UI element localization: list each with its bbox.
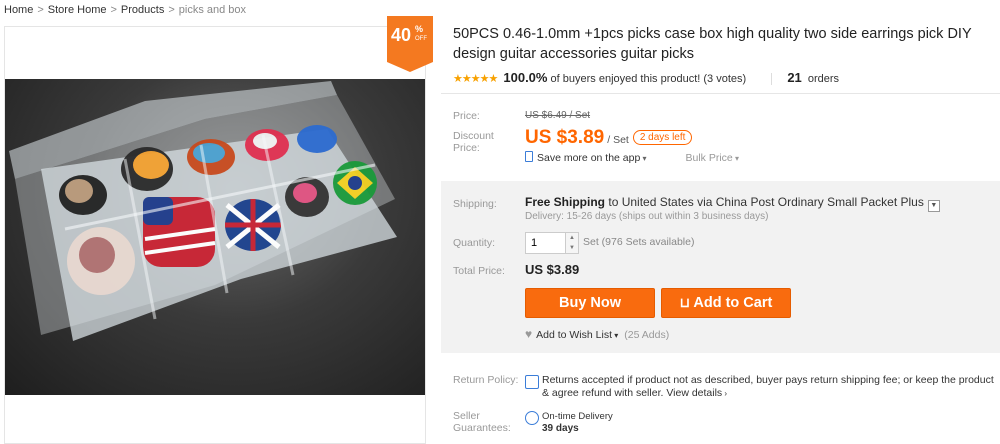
bulk-price-link[interactable]: Bulk Price [686, 152, 733, 164]
rating-percent: 100.0% [503, 70, 548, 85]
discount-price-row: US $3.89/ Set 2 days left [525, 127, 693, 149]
breadcrumb-current: picks and box [178, 4, 247, 16]
rating-stars-icon[interactable]: ★★★★★ [453, 73, 498, 85]
price-label: Price: [453, 110, 480, 122]
on-time-delivery-title: On-time Delivery [542, 411, 613, 422]
rating-divider [771, 73, 773, 86]
chevron-down-icon: ▾ [612, 331, 619, 340]
shipping-destination: to United States via China Post Ordinary… [608, 195, 924, 209]
chevron-down-icon: ▾ [732, 154, 740, 163]
shipping-label: Shipping: [453, 198, 497, 210]
buy-now-label: Buy Now [558, 295, 622, 311]
days-left-badge: 2 days left [632, 130, 693, 145]
delivery-estimate: Delivery: 15-26 days (ships out within 3… [525, 211, 769, 222]
breadcrumb-separator: > [168, 4, 175, 16]
add-to-cart-button[interactable]: ⊔ Add to Cart [661, 288, 791, 318]
buy-now-button[interactable]: Buy Now [525, 288, 655, 318]
breadcrumb-products[interactable]: Products [121, 4, 164, 16]
return-icon [525, 375, 539, 389]
orders-label: orders [807, 73, 840, 85]
on-time-delivery-days: 39 days [542, 423, 579, 434]
add-to-cart-label: Add to Cart [693, 295, 773, 311]
seller-guarantees-label: Seller Guarantees: [453, 410, 511, 434]
total-price-label: Total Price: [453, 265, 505, 277]
available-sets: Set (976 Sets available) [583, 236, 695, 248]
total-price: US $3.89 [525, 262, 580, 277]
cart-icon: ⊔ [679, 295, 690, 310]
save-app-row: Save more on the app ▾ Bulk Price ▾ [525, 151, 739, 164]
add-to-wish-list[interactable]: Add to Wish List [536, 329, 612, 341]
return-policy-label: Return Policy: [453, 374, 519, 386]
quantity-label: Quantity: [453, 237, 496, 249]
rating-row: ★★★★★ 100.0% of buyers enjoyed this prod… [453, 70, 840, 86]
discount-number: 40 [391, 25, 412, 45]
pick-box-illustration [9, 81, 397, 341]
view-details-link[interactable]: View details [666, 387, 722, 399]
orders-count: 21 [787, 70, 802, 85]
save-app-link[interactable]: Save more on the app [537, 152, 640, 164]
increment-icon[interactable]: ▲ [566, 233, 578, 243]
wish-list-row: ♥ Add to Wish List ▾ (25 Adds) [525, 327, 669, 341]
free-shipping: Free Shipping [525, 195, 606, 209]
quantity-stepper: ▲ ▼ [525, 232, 579, 254]
divider [441, 93, 1000, 94]
product-image-panel[interactable] [4, 26, 426, 444]
heart-icon[interactable]: ♥ [525, 327, 532, 341]
shipping-row: Free Shipping to United States via China… [525, 195, 940, 212]
wish-list-adds: (25 Adds) [624, 329, 670, 341]
rating-text: of buyers enjoyed this product! (3 votes… [550, 73, 747, 85]
quantity-spinner: ▲ ▼ [565, 233, 578, 253]
breadcrumb-home[interactable]: Home [4, 4, 33, 16]
return-policy-text: Returns accepted if product not as descr… [542, 374, 997, 400]
chevron-right-icon: › [722, 389, 728, 398]
breadcrumb-separator: > [37, 4, 44, 16]
decrement-icon[interactable]: ▼ [566, 243, 578, 253]
clock-icon [525, 411, 539, 425]
discount-badge: 40 % OFF [387, 16, 433, 72]
breadcrumb: Home > Store Home > Products > picks and box [4, 4, 246, 16]
per-unit: / Set [607, 134, 629, 146]
breadcrumb-store-home[interactable]: Store Home [48, 4, 107, 16]
product-photo[interactable] [5, 79, 425, 395]
discount-price-label: Discount Price: [453, 130, 494, 154]
return-policy-description: Returns accepted if product not as descr… [542, 374, 994, 399]
original-price: US $6.49 / Set [525, 110, 591, 121]
shipping-dropdown-icon[interactable]: ▼ [927, 200, 940, 212]
discount-price: US $3.89 [525, 127, 605, 148]
discount-off: OFF [415, 36, 427, 42]
phone-icon [525, 151, 533, 162]
breadcrumb-separator: > [110, 4, 117, 16]
product-title: 50PCS 0.46-1.0mm +1pcs picks case box hi… [453, 26, 972, 62]
discount-percent: % [415, 24, 424, 34]
chevron-down-icon: ▾ [640, 154, 647, 163]
on-time-delivery: On-time Delivery 39 days [542, 411, 613, 435]
quantity-input[interactable] [526, 234, 561, 252]
